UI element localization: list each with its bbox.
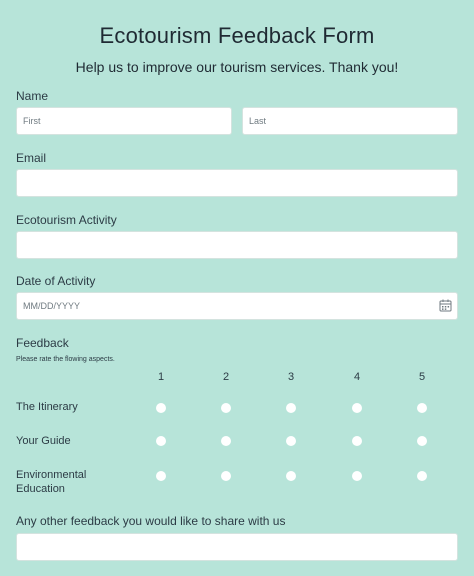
activity-input[interactable] [16,231,458,259]
feedback-hint: Please rate the flowing aspects. [16,356,115,363]
radio-education-5[interactable] [417,471,427,481]
radio-itinerary-5[interactable] [417,403,427,413]
rating-row-label-guide: Your Guide [16,435,71,447]
radio-itinerary-2[interactable] [221,403,231,413]
rating-row-label-itinerary: The Itinerary [16,401,78,413]
feedback-label: Feedback [16,336,69,350]
date-label: Date of Activity [16,274,96,288]
radio-itinerary-1[interactable] [156,403,166,413]
radio-itinerary-3[interactable] [286,403,296,413]
radio-education-4[interactable] [352,471,362,481]
date-field [16,292,458,320]
radio-guide-1[interactable] [156,436,166,446]
other-feedback-input[interactable] [16,533,458,561]
radio-education-2[interactable] [221,471,231,481]
radio-education-1[interactable] [156,471,166,481]
form-subtitle: Help us to improve our tourism services.… [75,59,399,75]
rating-row-label-education: Environmental Education [16,469,87,495]
form-title: Ecotourism Feedback Form [99,23,375,48]
radio-guide-2[interactable] [221,436,231,446]
scale-header-3: 3 [287,371,295,383]
last-name-input[interactable] [242,107,458,135]
first-name-input[interactable] [16,107,232,135]
calendar-icon[interactable] [439,299,452,312]
email-input[interactable] [16,169,458,197]
email-label: Email [16,151,47,165]
scale-header-5: 5 [418,371,426,383]
radio-guide-4[interactable] [352,436,362,446]
radio-education-3[interactable] [286,471,296,481]
scale-header-2: 2 [222,371,230,383]
radio-guide-3[interactable] [286,436,296,446]
other-feedback-label: Any other feedback you would like to sha… [16,514,286,528]
date-input[interactable] [16,292,458,320]
name-label: Name [16,89,49,103]
scale-header-4: 4 [353,371,361,383]
scale-header-1: 1 [157,371,165,383]
radio-itinerary-4[interactable] [352,403,362,413]
feedback-form-page: Ecotourism Feedback Form Help us to impr… [0,0,474,576]
radio-guide-5[interactable] [417,436,427,446]
activity-label: Ecotourism Activity [16,213,117,227]
